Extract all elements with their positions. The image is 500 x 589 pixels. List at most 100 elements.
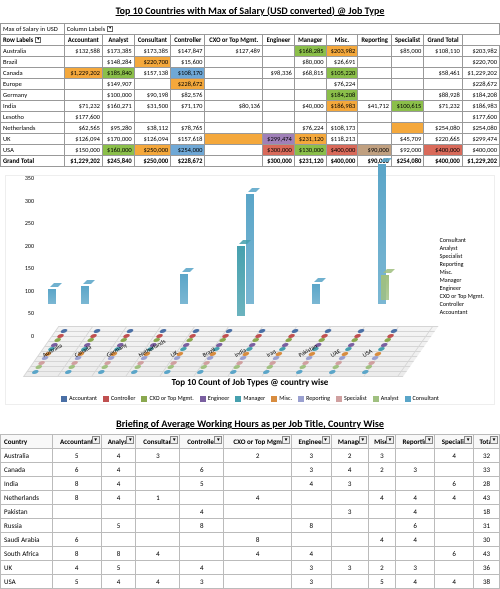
hrs-cell: 5 [101, 561, 136, 575]
cell: $95,280 [102, 123, 134, 134]
hrs-cell [180, 533, 224, 547]
hrs-cell: 43 [474, 491, 500, 505]
hrs-cell: 4 [435, 575, 474, 589]
cell: $76,224 [294, 123, 326, 134]
cell: $80,136 [205, 101, 263, 112]
hrs-cell: 1 [136, 491, 180, 505]
cell [358, 112, 392, 123]
cell: $254,080 [462, 123, 499, 134]
filter-icon[interactable]: ▾ [92, 436, 100, 444]
hrs-cell [368, 505, 395, 519]
filter-icon[interactable]: ▾ [464, 436, 472, 444]
cell [391, 57, 423, 68]
cell: $40,000 [294, 101, 326, 112]
cell: $132,588 [64, 46, 102, 57]
hrs-cell [180, 491, 224, 505]
cell: $300,000 [263, 145, 295, 156]
hrs-cell: 36 [474, 561, 500, 575]
hrs-cell: 4 [180, 561, 224, 575]
row-label: Germany [1, 90, 65, 101]
hrs-cell: 3 [331, 477, 368, 491]
row-dropdown-icon[interactable]: ▾ [35, 37, 41, 43]
hrs-cell: 4 [101, 449, 136, 463]
hrs-cell: 5 [52, 575, 101, 589]
salary-table: Max of Salary in USD Column Labels▾ Row … [0, 23, 500, 167]
hrs-cell: 4 [224, 491, 292, 505]
cell [424, 79, 463, 90]
cell: $127,489 [205, 46, 263, 57]
cell: $62,565 [64, 123, 102, 134]
hrs-cell [224, 561, 292, 575]
col-header: Consultant [134, 35, 170, 46]
filter-icon[interactable]: ▾ [386, 436, 394, 444]
filter-icon[interactable]: ▾ [214, 436, 222, 444]
hrs-cell: 8 [180, 519, 224, 533]
hrs-cell: 4 [368, 491, 395, 505]
row-label: USA [1, 145, 65, 156]
hrs-cell [101, 505, 136, 519]
cell [205, 112, 263, 123]
filter-icon[interactable]: ▾ [425, 436, 433, 444]
cell [391, 90, 423, 101]
cell: $88,928 [424, 90, 463, 101]
chart-legend: AccountantControllerCXO or Top Mgmt.Engi… [6, 394, 494, 402]
filter-icon[interactable]: ▾ [126, 436, 134, 444]
hrs-cell [435, 533, 474, 547]
hrs-cell [292, 491, 332, 505]
cell: $168,285 [294, 46, 326, 57]
cell: $203,982 [462, 46, 499, 57]
corner-max: Max of Salary in USD [1, 24, 65, 35]
filter-icon[interactable]: ▾ [490, 436, 498, 444]
cell: $160,271 [102, 101, 134, 112]
hrs-cell [435, 519, 474, 533]
hrs-cell: 5 [180, 477, 224, 491]
cell [326, 112, 358, 123]
cell [263, 57, 295, 68]
hrs-row-label: Canada [1, 463, 53, 477]
hrs-cell [136, 477, 180, 491]
cell [205, 134, 263, 145]
cell: $186,983 [462, 101, 499, 112]
hrs-cell [52, 519, 101, 533]
cell [358, 123, 392, 134]
col-header: Accountant [64, 35, 102, 46]
hrs-cell: 30 [474, 533, 500, 547]
cell: $177,600 [64, 112, 102, 123]
hrs-cell [136, 505, 180, 519]
cell: $254,000 [171, 145, 205, 156]
filter-icon[interactable]: ▾ [170, 436, 178, 444]
hrs-cell: 3 [331, 505, 368, 519]
filter-icon[interactable]: ▾ [322, 436, 330, 444]
hrs-cell: 6 [435, 477, 474, 491]
hrs-cell: 18 [474, 505, 500, 519]
hrs-cell [331, 575, 368, 589]
cell: $149,907 [102, 79, 134, 90]
cell [391, 79, 423, 90]
cell [294, 112, 326, 123]
hrs-cell: 4 [331, 463, 368, 477]
col-header: Grand Total [424, 35, 463, 46]
hrs-col: CXO or Top Mgm▾ [224, 435, 292, 449]
cell: $80,000 [294, 57, 326, 68]
hrs-row-label: Russia [1, 519, 53, 533]
cell: $254,080 [424, 123, 463, 134]
hrs-cell: 4 [368, 533, 395, 547]
col-dropdown-icon[interactable]: ▾ [107, 26, 113, 32]
hrs-cell: 4 [180, 505, 224, 519]
cell: $108,173 [326, 123, 358, 134]
cell: $130,000 [294, 145, 326, 156]
hrs-cell: 2 [331, 449, 368, 463]
cell: $78,765 [171, 123, 205, 134]
cell [205, 90, 263, 101]
hrs-cell [101, 533, 136, 547]
filter-icon[interactable]: ▾ [282, 436, 290, 444]
cell: $108,170 [171, 68, 205, 79]
cell [391, 68, 423, 79]
cell: $98,336 [263, 68, 295, 79]
hrs-cell [368, 477, 395, 491]
cell: $185,840 [102, 68, 134, 79]
row-label: India [1, 101, 65, 112]
cell: $68,815 [294, 68, 326, 79]
hrs-cell: 38 [474, 575, 500, 589]
filter-icon[interactable]: ▾ [359, 436, 367, 444]
